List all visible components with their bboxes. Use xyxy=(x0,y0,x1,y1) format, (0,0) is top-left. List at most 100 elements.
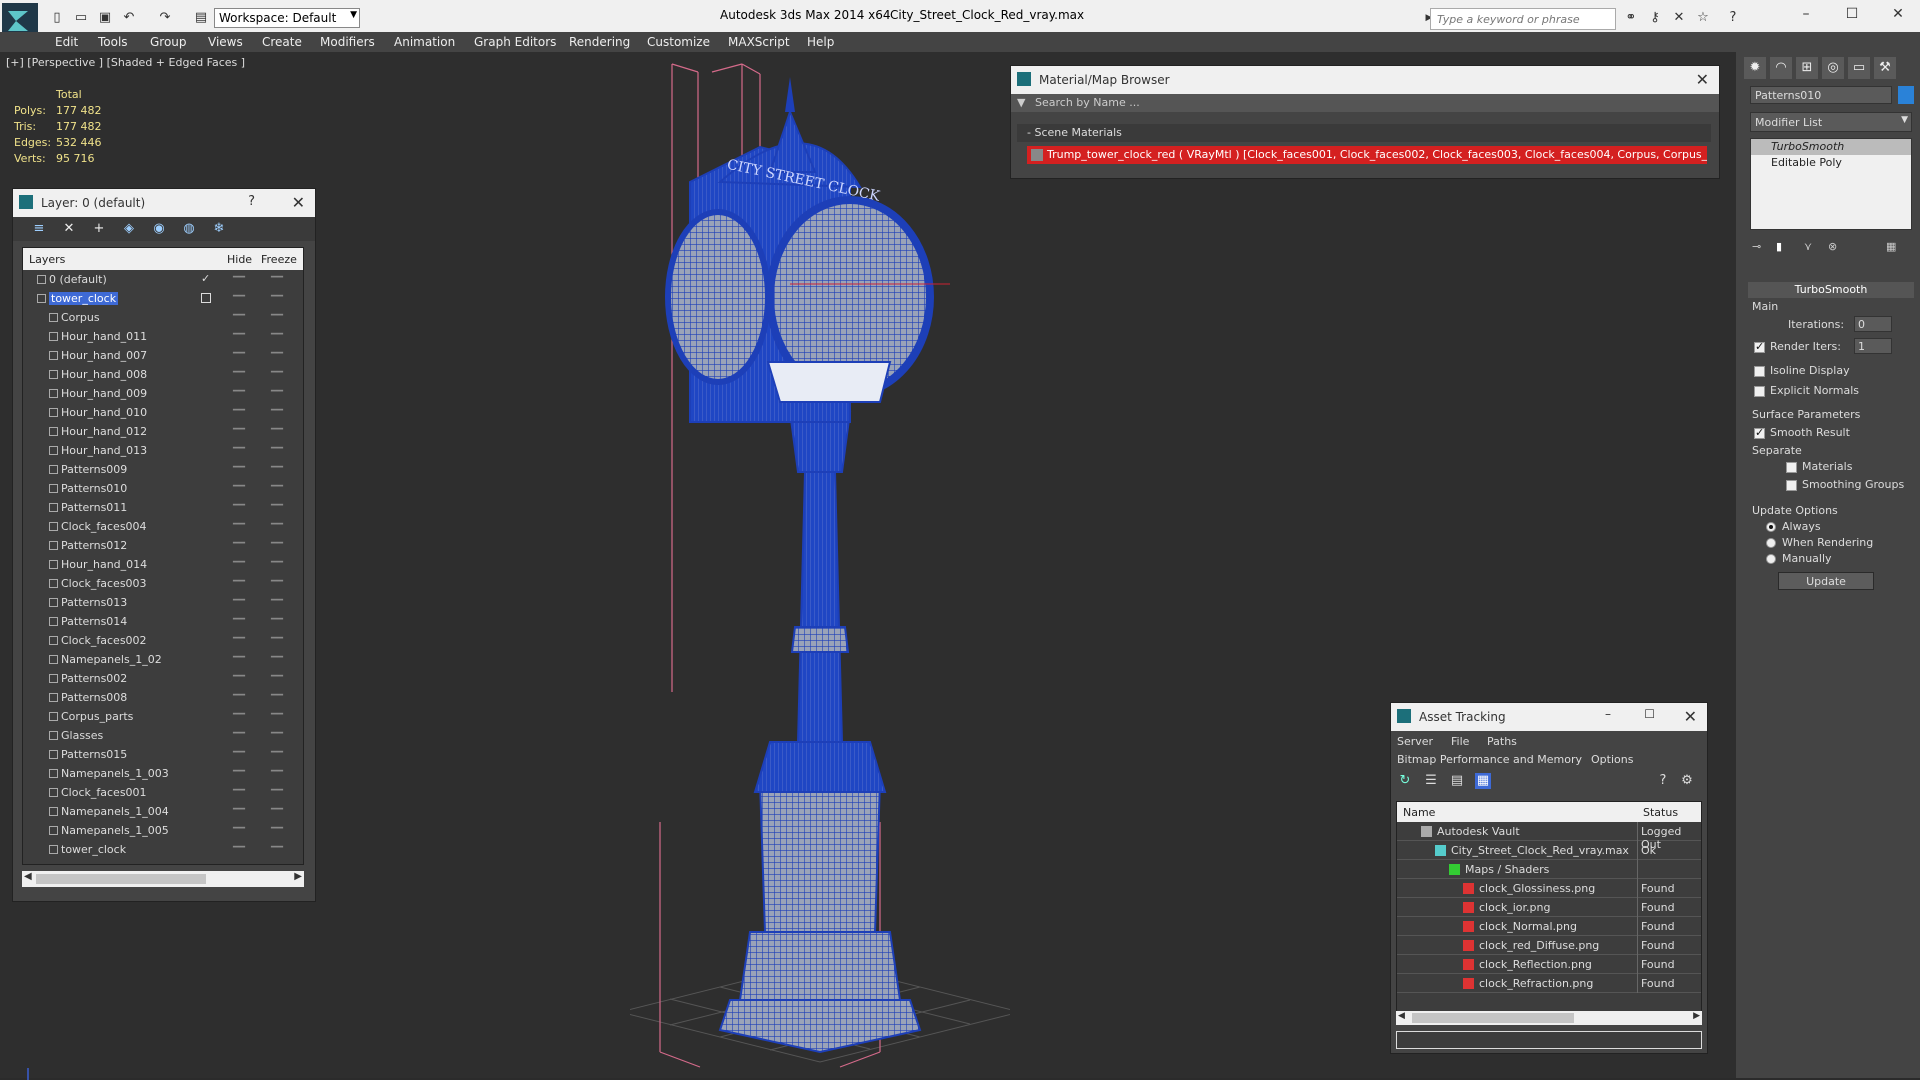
asset-table[interactable]: Name Status Autodesk Vault Logged Out City… xyxy=(1396,801,1702,1021)
delete-layer-icon[interactable]: ✕ xyxy=(61,221,77,237)
options-dropdown-icon[interactable]: ▼ xyxy=(1017,96,1025,109)
close-icon[interactable]: ✕ xyxy=(292,193,305,212)
asset-row[interactable]: clock_Reflection.png Found xyxy=(1397,955,1701,974)
hide-toggle[interactable]: ━━ xyxy=(233,386,245,397)
freeze-toggle[interactable]: ━━ xyxy=(271,500,283,511)
hide-toggle[interactable]: ━━ xyxy=(233,728,245,739)
minimize-icon[interactable]: – xyxy=(1605,707,1611,721)
layer-object-row[interactable]: Patterns002 ━━ ━━ xyxy=(23,669,303,688)
menu-file[interactable]: File xyxy=(1451,735,1469,748)
scrollbar-thumb[interactable] xyxy=(1412,1013,1574,1023)
smooth-result-checkbox[interactable] xyxy=(1754,426,1765,439)
freeze-toggle[interactable]: ━━ xyxy=(271,766,283,777)
freeze-toggle[interactable]: ━━ xyxy=(271,633,283,644)
hide-toggle[interactable]: ━━ xyxy=(233,500,245,511)
hide-toggle[interactable]: ━━ xyxy=(233,557,245,568)
hide-toggle[interactable]: ━━ xyxy=(233,842,245,853)
menu-animation[interactable]: Animation xyxy=(394,35,455,49)
layer-object-row[interactable]: Clock_faces004 ━━ ━━ xyxy=(23,517,303,536)
configure-sets-icon[interactable]: ▦ xyxy=(1886,240,1896,253)
scene-materials-group[interactable]: - Scene Materials xyxy=(1017,124,1711,142)
layer-object-row[interactable]: Hour_hand_008 ━━ ━━ xyxy=(23,365,303,384)
freeze-toggle[interactable]: ━━ xyxy=(271,519,283,530)
render-iters-checkbox[interactable] xyxy=(1754,340,1765,353)
material-browser-titlebar[interactable]: Material/Map Browser ✕ xyxy=(1011,66,1719,94)
layer-object-row[interactable]: Patterns012 ━━ ━━ xyxy=(23,536,303,555)
layer-object-row[interactable]: Hour_hand_014 ━━ ━━ xyxy=(23,555,303,574)
menu-tools[interactable]: Tools xyxy=(98,35,128,49)
asset-row[interactable]: clock_Refraction.png Found xyxy=(1397,974,1701,993)
modifier-stack[interactable]: TurboSmooth Editable Poly xyxy=(1750,138,1912,230)
layer-object-row[interactable]: Patterns008 ━━ ━━ xyxy=(23,688,303,707)
freeze-toggle[interactable]: ━━ xyxy=(271,329,283,340)
help-icon[interactable]: ? xyxy=(1724,9,1742,27)
settings-icon[interactable]: ⚙ xyxy=(1679,773,1695,789)
help-icon[interactable]: ? xyxy=(1655,773,1671,789)
layer-object-row[interactable]: Patterns009 ━━ ━━ xyxy=(23,460,303,479)
hide-toggle[interactable]: ━━ xyxy=(233,671,245,682)
freeze-toggle[interactable]: ━━ xyxy=(271,728,283,739)
favorites-star-icon[interactable]: ☆ xyxy=(1694,9,1712,27)
horizontal-scrollbar[interactable]: ◀ ▶ xyxy=(22,871,304,887)
menu-customize[interactable]: Customize xyxy=(647,35,710,49)
layer-object-row[interactable]: Hour_hand_007 ━━ ━━ xyxy=(23,346,303,365)
key-icon[interactable]: ⚷ xyxy=(1646,9,1664,27)
layer-object-row[interactable]: Patterns015 ━━ ━━ xyxy=(23,745,303,764)
explicit-normals-checkbox[interactable] xyxy=(1754,386,1765,397)
layer-list[interactable]: Layers Hide Freeze 0 (default) ✓ ━━ ━━ tower… xyxy=(22,247,304,865)
freeze-toggle[interactable]: ━━ xyxy=(271,424,283,435)
redo-icon[interactable]: ↷ xyxy=(156,9,174,27)
asset-row[interactable]: City_Street_Clock_Red_vray.max Ok xyxy=(1397,841,1701,860)
layer-object-row[interactable]: Patterns010 ━━ ━━ xyxy=(23,479,303,498)
binoculars-icon[interactable]: ⚭ xyxy=(1622,9,1640,27)
menu-views[interactable]: Views xyxy=(208,35,243,49)
menu-paths[interactable]: Paths xyxy=(1487,735,1517,748)
open-folder-icon[interactable]: ▭ xyxy=(72,9,90,27)
hide-toggle[interactable]: ━━ xyxy=(233,481,245,492)
asset-row[interactable]: clock_Glossiness.png Found xyxy=(1397,879,1701,898)
set-current-layer-icon[interactable] xyxy=(201,293,211,303)
hide-toggle[interactable]: ━━ xyxy=(233,747,245,758)
minimize-icon[interactable]: – xyxy=(1796,6,1816,24)
layer-object-row[interactable]: Namepanels_1_004 ━━ ━━ xyxy=(23,802,303,821)
current-layer-check-icon[interactable]: ✓ xyxy=(201,272,210,285)
smoothing-groups-checkbox[interactable] xyxy=(1786,480,1797,491)
search-input[interactable]: Type a keyword or phrase xyxy=(1430,8,1616,30)
display-tab-icon[interactable]: ▭ xyxy=(1848,57,1870,79)
list-view-icon[interactable]: ☰ xyxy=(1423,773,1439,789)
col-freeze[interactable]: Freeze xyxy=(261,253,297,266)
hide-toggle[interactable]: ━━ xyxy=(233,804,245,815)
object-name-field[interactable]: Patterns010 xyxy=(1750,86,1892,104)
hide-toggle[interactable]: ━━ xyxy=(233,348,245,359)
modify-tab-icon[interactable]: ◠ xyxy=(1770,57,1792,79)
freeze-toggle[interactable]: ━━ xyxy=(271,747,283,758)
hide-toggle[interactable]: ━━ xyxy=(233,310,245,321)
menu-help[interactable]: Help xyxy=(807,35,834,49)
always-radio[interactable] xyxy=(1766,522,1776,532)
isoline-checkbox[interactable] xyxy=(1754,366,1765,377)
freeze-toggle[interactable]: ━━ xyxy=(271,462,283,473)
layer-object-row[interactable]: Clock_faces002 ━━ ━━ xyxy=(23,631,303,650)
layer-object-row[interactable]: Corpus_parts ━━ ━━ xyxy=(23,707,303,726)
scroll-right-icon[interactable]: ▶ xyxy=(294,871,302,882)
stack-item-editable-poly[interactable]: Editable Poly xyxy=(1751,155,1911,171)
hide-all-icon[interactable]: ◍ xyxy=(181,221,197,237)
horizontal-scrollbar[interactable]: ◀ ▶ xyxy=(1396,1011,1702,1025)
when-rendering-radio[interactable] xyxy=(1766,538,1776,548)
menu-graph-editors[interactable]: Graph Editors xyxy=(474,35,556,49)
layer-object-row[interactable]: Hour_hand_010 ━━ ━━ xyxy=(23,403,303,422)
freeze-toggle[interactable]: ━━ xyxy=(271,272,283,283)
layer-object-row[interactable]: Patterns011 ━━ ━━ xyxy=(23,498,303,517)
hide-toggle[interactable]: ━━ xyxy=(233,443,245,454)
layer-object-row[interactable]: Hour_hand_012 ━━ ━━ xyxy=(23,422,303,441)
maximize-icon[interactable]: ☐ xyxy=(1842,6,1862,24)
freeze-toggle[interactable]: ━━ xyxy=(271,842,283,853)
menu-create[interactable]: Create xyxy=(262,35,302,49)
motion-tab-icon[interactable]: ◎ xyxy=(1822,57,1844,79)
asset-row[interactable]: clock_red_Diffuse.png Found xyxy=(1397,936,1701,955)
menu-bitmap-performance[interactable]: Bitmap Performance and Memory xyxy=(1397,753,1582,766)
freeze-toggle[interactable]: ━━ xyxy=(271,443,283,454)
layer-object-row[interactable]: Glasses ━━ ━━ xyxy=(23,726,303,745)
freeze-toggle[interactable]: ━━ xyxy=(271,804,283,815)
help-icon[interactable]: ? xyxy=(248,194,255,209)
